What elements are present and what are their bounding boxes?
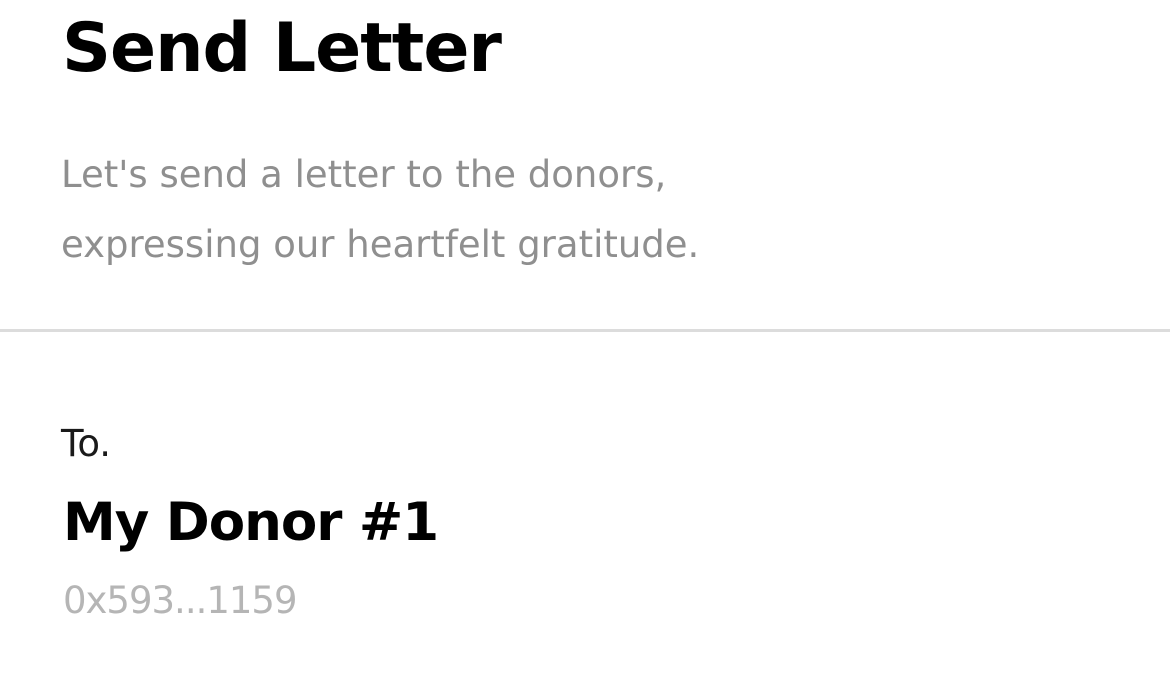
recipient-address: 0x593...1159	[63, 579, 298, 622]
recipient-label: To.	[61, 422, 112, 465]
recipient-name: My Donor #1	[63, 492, 439, 553]
page-description-line: Let's send a letter to the donors,	[61, 153, 667, 196]
section-divider	[0, 329, 1170, 332]
send-letter-page: Send Letter Let's send a letter to the d…	[0, 0, 1170, 687]
page-description-line: expressing our heartfelt gratitude.	[61, 223, 700, 266]
page-title: Send Letter	[62, 9, 502, 88]
page-description: Let's send a letter to the donors, expre…	[61, 140, 699, 280]
